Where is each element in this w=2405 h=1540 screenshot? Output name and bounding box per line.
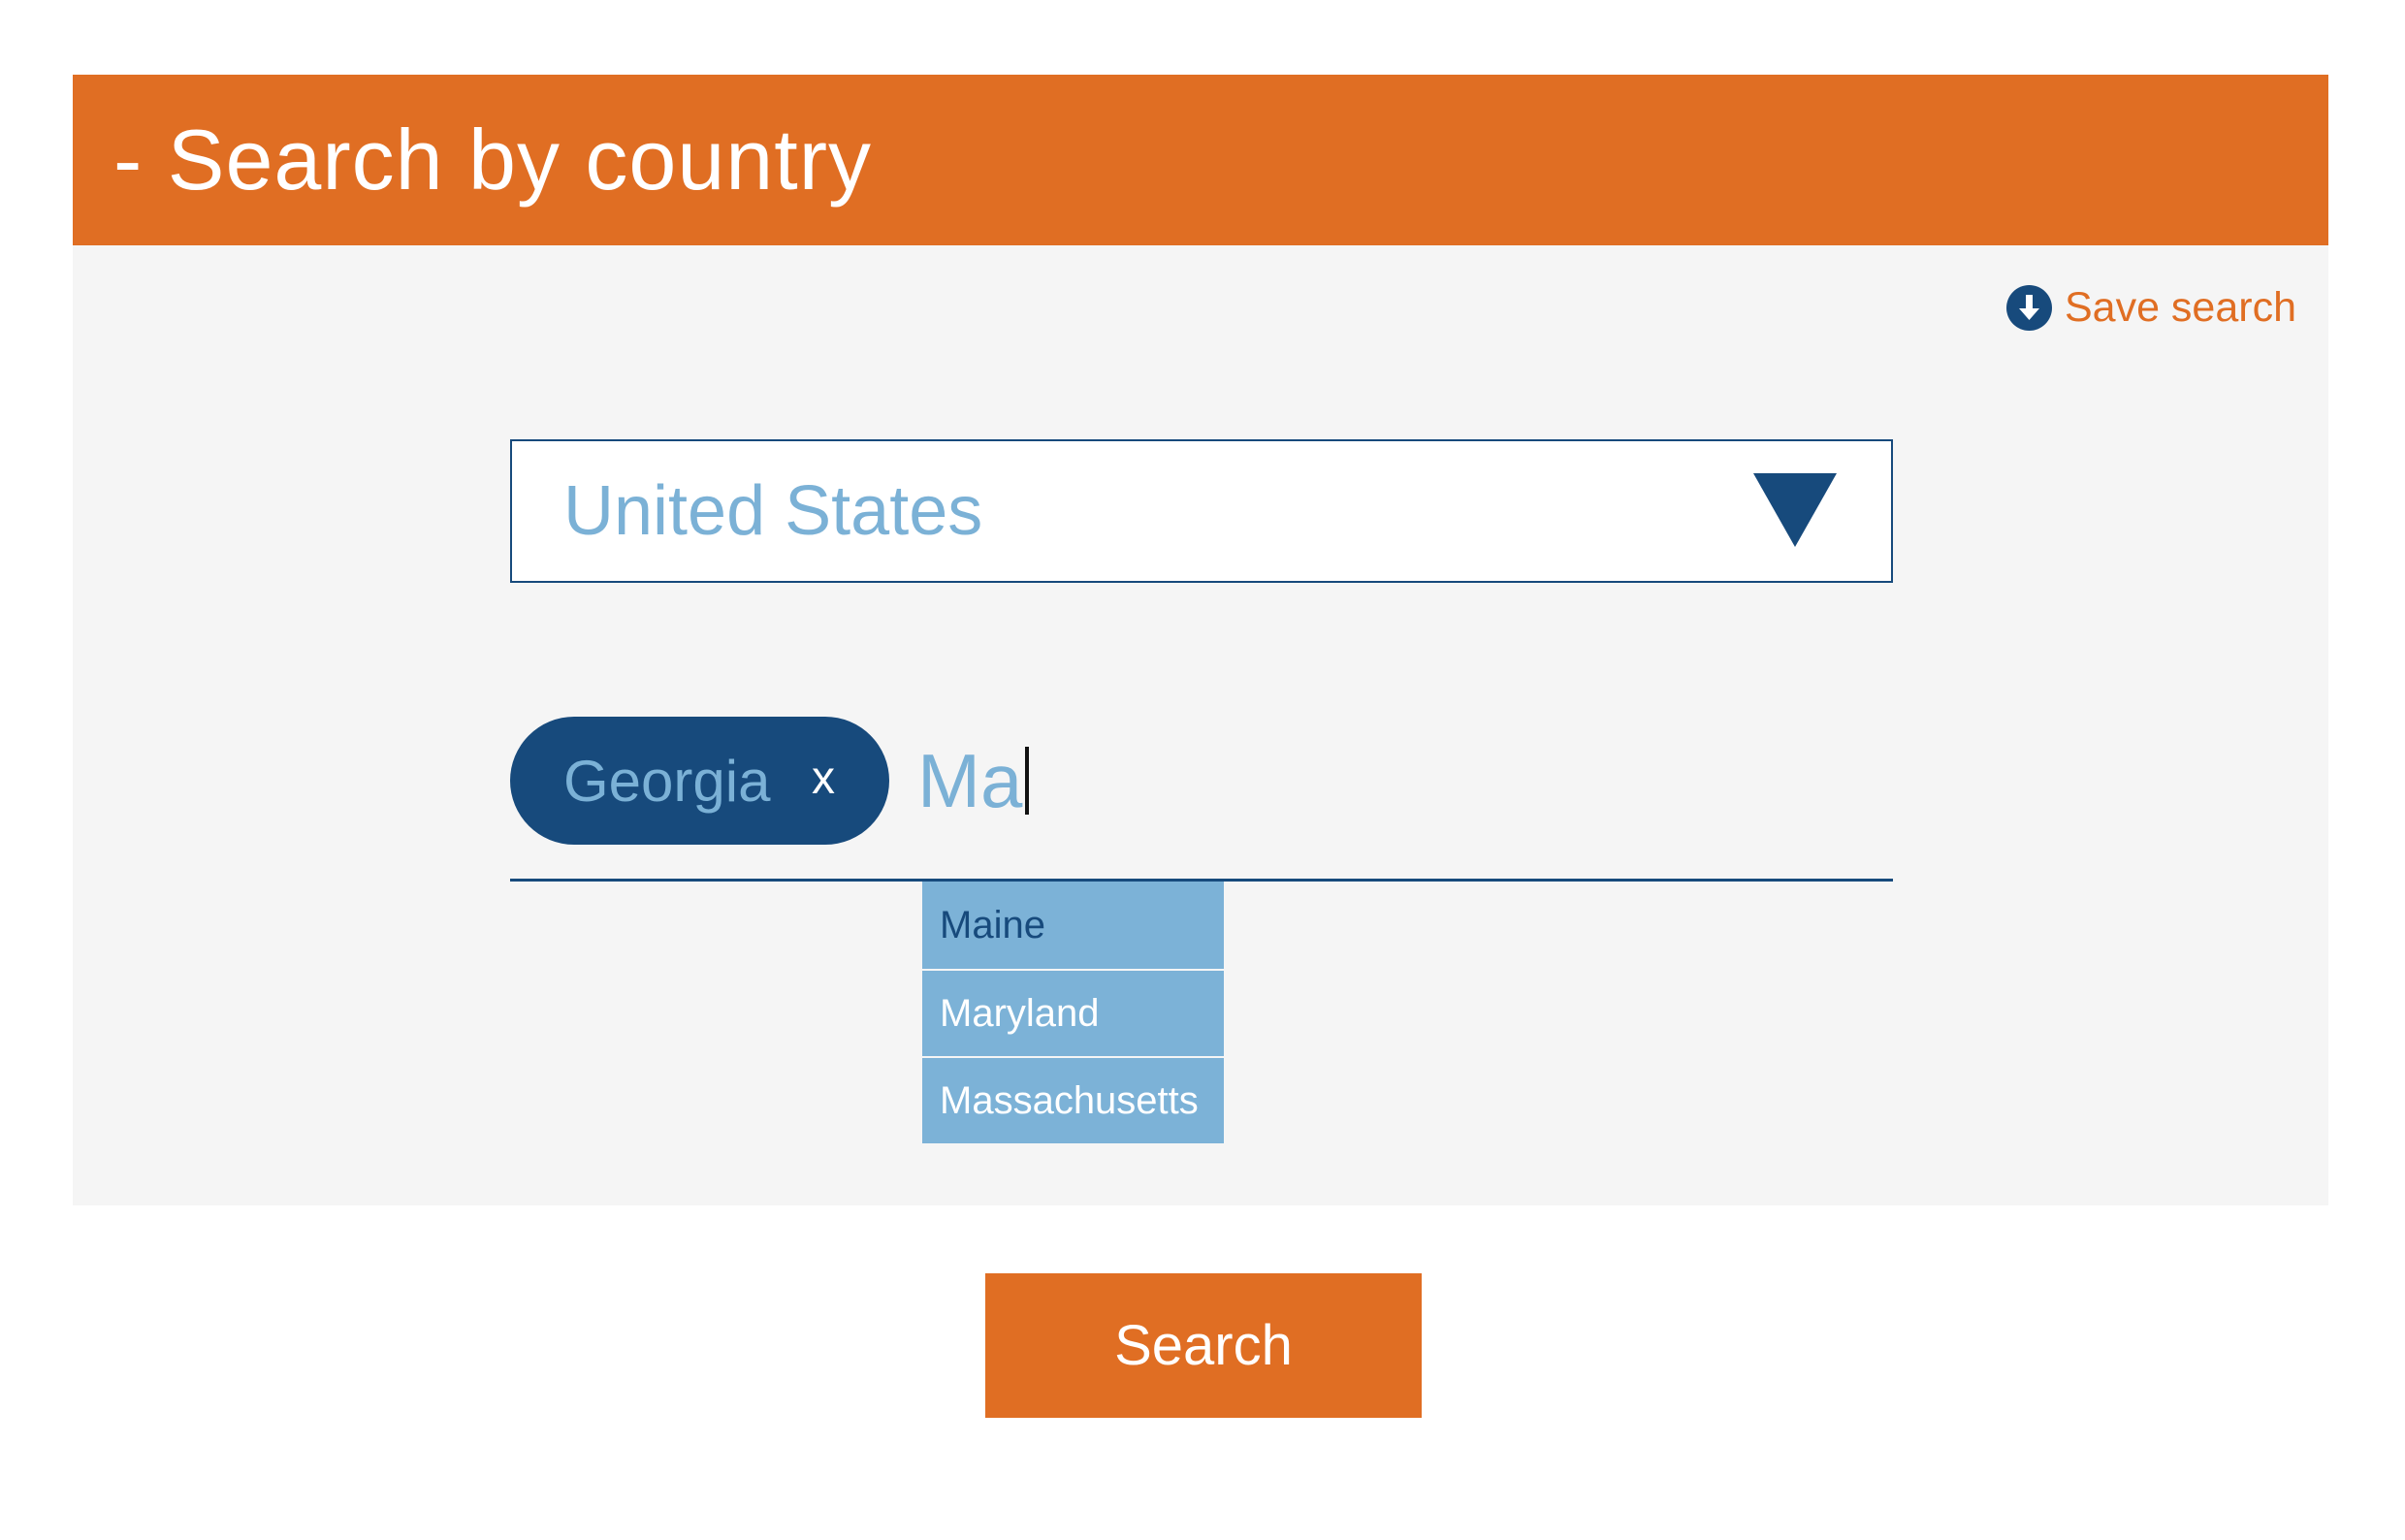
search-panel-body: Save search United States Georgia x Ma M… xyxy=(73,245,2328,1205)
state-suggestions-list: Maine Maryland Massachusetts xyxy=(922,882,1224,1143)
suggestion-item[interactable]: Maine xyxy=(922,882,1224,969)
chip-remove-button[interactable]: x xyxy=(804,750,843,808)
download-circle-icon xyxy=(2005,285,2052,331)
save-search-link[interactable]: Save search xyxy=(2005,284,2296,332)
search-button[interactable]: Search xyxy=(985,1273,1422,1418)
suggestion-item[interactable]: Maryland xyxy=(922,969,1224,1056)
state-input-value: Ma xyxy=(917,737,1023,823)
panel-title: - Search by country xyxy=(113,112,872,208)
selected-state-chip: Georgia x xyxy=(510,717,889,845)
state-search-field[interactable]: Georgia x Ma xyxy=(510,717,1893,882)
country-select[interactable]: United States xyxy=(510,439,1893,583)
save-search-label: Save search xyxy=(2064,284,2296,331)
country-selected-value: United States xyxy=(563,472,983,550)
search-panel-header: - Search by country xyxy=(73,75,2328,245)
chip-label: Georgia xyxy=(563,748,771,814)
suggestion-item[interactable]: Massachusetts xyxy=(922,1056,1224,1143)
text-cursor xyxy=(1025,747,1030,815)
triangle-down-icon xyxy=(1753,473,1837,547)
state-search-input[interactable]: Ma xyxy=(917,724,1030,837)
